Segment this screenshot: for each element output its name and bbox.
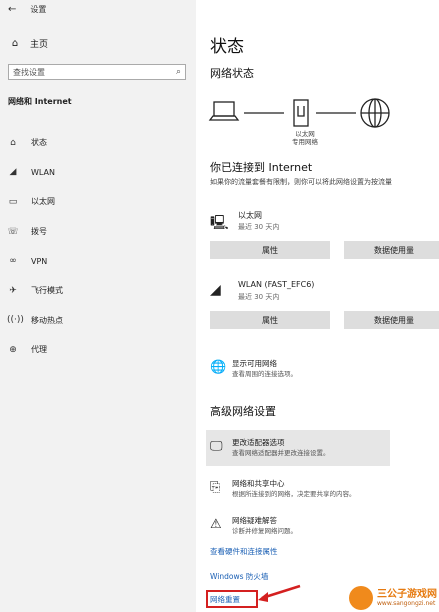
- sidebar-item-label: 状态: [31, 138, 47, 148]
- hotspot-icon: ((·)): [7, 315, 24, 326]
- globe-icon: ⊕: [9, 344, 17, 355]
- network-search-icon: 🌐: [210, 360, 227, 375]
- ethernet-pc-icon: 🖳: [210, 215, 229, 231]
- sidebar-item-label: VPN: [31, 256, 48, 266]
- connected-heading: 你已连接到 Internet: [210, 161, 313, 174]
- row-sub: 查看周围的连接选项。: [232, 370, 297, 378]
- diagram-caption-network: 以太网: [295, 130, 315, 138]
- connected-description: 如果你的流量套餐有限制，则你可以将此网络设置为按流量: [210, 178, 392, 186]
- internet-globe-icon: [360, 98, 390, 128]
- hardware-properties-link[interactable]: 查看硬件和连接属性: [210, 546, 278, 557]
- sidebar-item-dialup[interactable]: ☏ 拨号: [0, 217, 196, 247]
- watermark-logo: [349, 586, 373, 610]
- connection-sub: 最近 30 天内: [238, 293, 280, 301]
- home-link[interactable]: ⌂ 主页: [8, 37, 48, 50]
- row-sub: 查看网络适配器并更改连接设置。: [232, 449, 330, 457]
- wifi-signal-icon: ◢: [210, 282, 221, 298]
- watermark: 三公子游戏网 www.sangongzi.net: [349, 586, 437, 610]
- house-icon: ⌂: [10, 137, 16, 148]
- sidebar-item-label: 以太网: [31, 197, 55, 207]
- network-status-heading: 网络状态: [210, 67, 254, 80]
- home-icon: ⌂: [11, 38, 19, 49]
- ethernet-icon: ▭: [8, 196, 18, 207]
- wifi-icon: ◢: [9, 167, 17, 178]
- ethernet-properties-button[interactable]: 属性: [210, 241, 330, 259]
- diagram-caption: 以太网 专用网络: [288, 130, 322, 146]
- monitor-icon: 🖵: [210, 439, 223, 454]
- sidebar-item-label: WLAN: [31, 167, 56, 177]
- search-placeholder: 查找设置: [13, 67, 45, 77]
- vpn-icon: ∞: [9, 256, 17, 267]
- phone-icon: ☏: [7, 226, 19, 237]
- section-title: 网络和 Internet: [8, 97, 72, 106]
- sidebar-item-label: 拨号: [31, 227, 47, 237]
- warning-icon: ⚠: [210, 517, 222, 532]
- wlan-data-usage-button[interactable]: 数据使用量: [344, 311, 439, 329]
- back-arrow-icon[interactable]: ←: [8, 4, 16, 15]
- watermark-url: www.sangongzi.net: [377, 600, 436, 607]
- advanced-heading: 高级网络设置: [210, 405, 276, 418]
- laptop-icon: [208, 101, 240, 121]
- watermark-name: 三公子游戏网: [377, 589, 437, 600]
- network-reset-link[interactable]: 网络重置: [210, 594, 240, 605]
- main-panel: 状态 网络状态 以太网 专用网络 你已连接到 Internet 如果你的流量套餐…: [196, 0, 439, 612]
- airplane-icon: ✈: [9, 285, 17, 296]
- red-arrow-annotation: [258, 584, 301, 602]
- page-title: 状态: [210, 37, 244, 57]
- sharing-icon: ⎘: [210, 480, 221, 495]
- search-input[interactable]: 查找设置 ⌕: [8, 64, 186, 80]
- search-icon[interactable]: ⌕: [176, 67, 181, 77]
- sidebar-item-proxy[interactable]: ⊕ 代理: [0, 335, 196, 365]
- sidebar-item-label: 代理: [31, 345, 47, 355]
- sidebar-nav: ⌂ 状态 ◢ WLAN ▭ 以太网 ☏ 拨号 ∞ VPN ✈ 飞行模式 ((·)…: [0, 128, 196, 365]
- row-sub: 诊断并修复网络问题。: [232, 527, 297, 535]
- connection-sub: 最近 30 天内: [238, 223, 280, 231]
- connection-name: 以太网: [238, 211, 262, 220]
- sidebar: ← 设置 ⌂ 主页 查找设置 ⌕ 网络和 Internet ⌂ 状态 ◢ WLA…: [0, 0, 196, 612]
- firewall-link[interactable]: Windows 防火墙: [210, 571, 268, 582]
- window-title-bar: ← 设置: [8, 4, 46, 15]
- wlan-properties-button[interactable]: 属性: [210, 311, 330, 329]
- diagram-caption-type: 专用网络: [292, 138, 318, 146]
- network-diagram: 以太网 专用网络: [208, 96, 439, 156]
- network-diagram-graphic: [208, 98, 390, 128]
- sidebar-item-ethernet[interactable]: ▭ 以太网: [0, 187, 196, 217]
- window-title: 设置: [30, 5, 47, 14]
- sidebar-item-airplane[interactable]: ✈ 飞行模式: [0, 276, 196, 306]
- ethernet-data-usage-button[interactable]: 数据使用量: [344, 241, 439, 259]
- sidebar-item-label: 移动热点: [31, 315, 63, 325]
- sidebar-item-status[interactable]: ⌂ 状态: [0, 128, 196, 158]
- sidebar-item-label: 飞行模式: [31, 286, 63, 296]
- sidebar-item-wlan[interactable]: ◢ WLAN: [0, 158, 196, 188]
- row-sub: 根据所连接到的网络，决定要共享的内容。: [232, 490, 356, 498]
- home-label: 主页: [30, 40, 49, 50]
- connection-name: WLAN (FAST_EFC6): [238, 280, 315, 289]
- sidebar-item-vpn[interactable]: ∞ VPN: [0, 246, 196, 276]
- ethernet-port-icon: [293, 99, 309, 127]
- sidebar-item-hotspot[interactable]: ((·)) 移动热点: [0, 306, 196, 336]
